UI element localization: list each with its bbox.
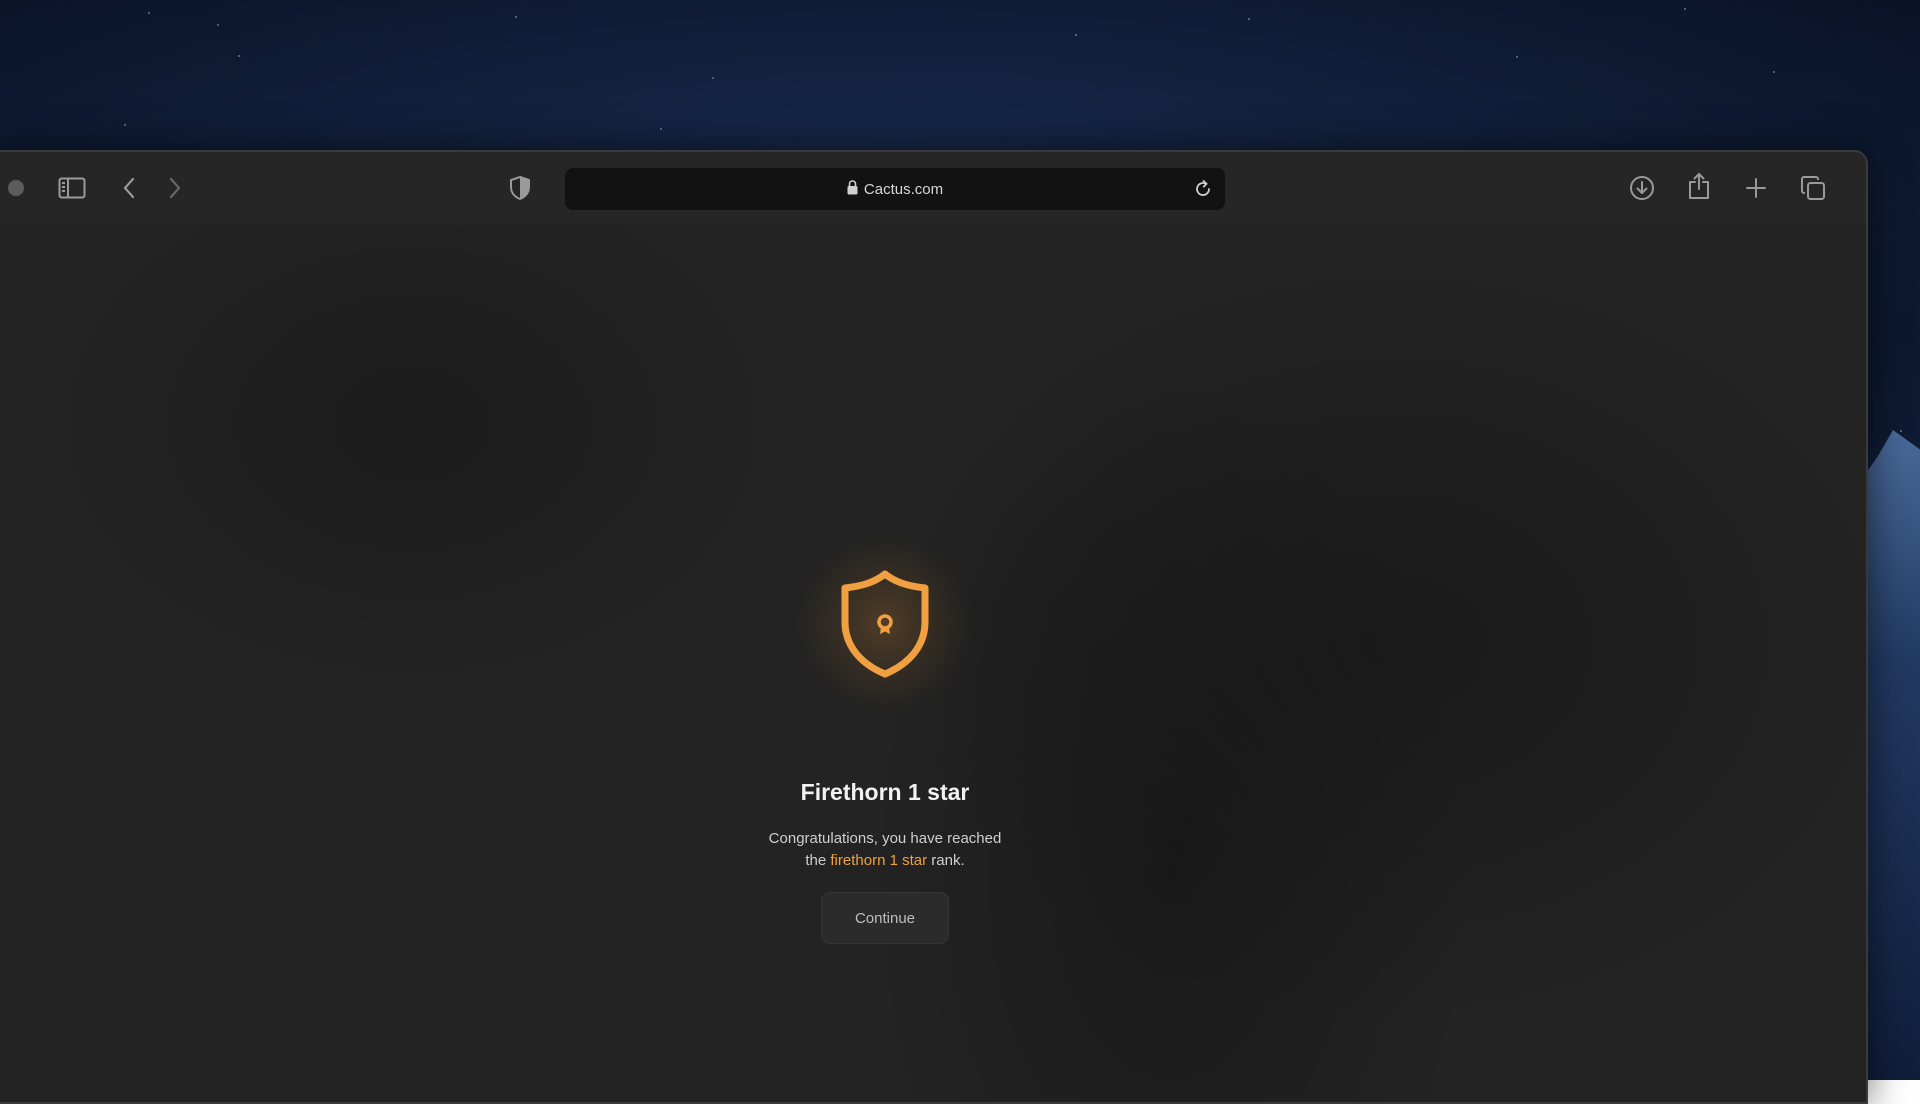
rank-message-prefix: the [805,852,827,869]
rank-shield-badge-icon [815,554,955,694]
window-control-dot[interactable] [8,180,24,196]
privacy-shield-icon[interactable] [504,172,536,204]
mountain-silhouette [1860,430,1920,1080]
rank-name-highlight: firethorn 1 star [830,852,928,869]
plus-icon[interactable] [1740,172,1772,204]
chevron-left-icon[interactable] [113,172,145,204]
rank-message: Congratulations, you have reached the fi… [635,828,1135,872]
chevron-right-icon[interactable] [159,172,191,204]
share-icon[interactable] [1683,170,1715,202]
sidebar-toggle-icon[interactable] [56,172,88,204]
tabs-overview-icon[interactable] [1797,172,1829,204]
rank-message-line1: Congratulations, you have reached [768,830,1002,847]
continue-button[interactable]: Continue [821,892,949,944]
page-content: Firethorn 1 star Congratulations, you ha… [0,224,1866,1102]
url-display[interactable]: Cactus.com [565,168,1225,210]
browser-toolbar: Cactus.com [0,152,1866,224]
address-bar[interactable]: Cactus.com [565,168,1225,210]
rank-message-suffix: rank. [931,852,965,869]
download-icon[interactable] [1626,172,1658,204]
reload-icon[interactable] [1187,173,1219,205]
url-text: Cactus.com [863,180,944,198]
browser-window: Cactus.com Firethorn 1 star Congratulati… [0,150,1868,1104]
rank-title: Firethorn 1 star [800,779,970,805]
lock-icon [847,179,858,199]
